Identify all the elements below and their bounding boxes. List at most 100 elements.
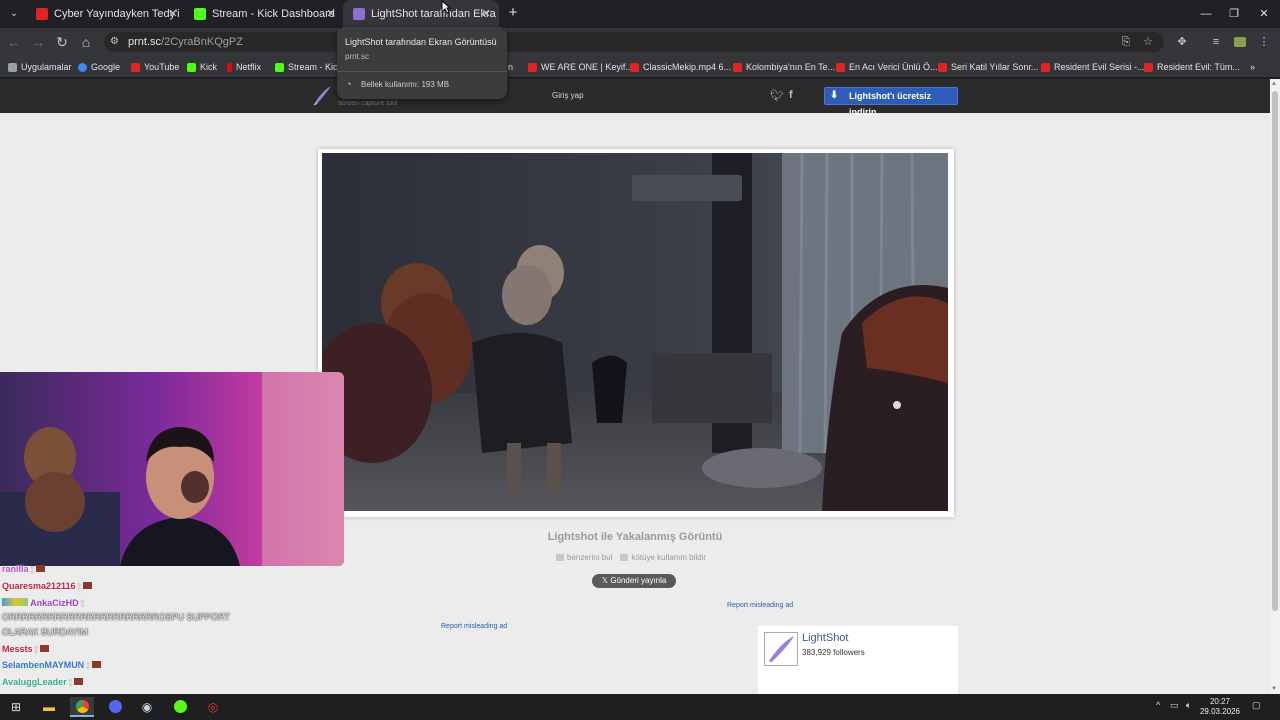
chat-message: AnkaCizHD : (2, 598, 84, 608)
page-scrollbar[interactable]: ▲ ▼ (1270, 79, 1280, 694)
chat-message: Messts : (2, 644, 50, 654)
windows-start-icon[interactable]: ⊞ (4, 697, 28, 717)
taskbar: ⊞ ▬ ◉ ◎ ^ ▭ 🔈︎ 20:27 29.03.2026 ▢ (0, 694, 1280, 720)
screenshot-actions: benzerini bul kötüye kullanım bildir (556, 553, 706, 562)
hover-card-divider (337, 71, 507, 72)
scroll-up-icon[interactable]: ▲ (1271, 81, 1277, 87)
report-ad-link-left[interactable]: Report misleading ad (441, 623, 507, 630)
kick-app-icon[interactable] (168, 697, 192, 717)
tab-title: LightShot tarafından Ekran Görüntüsü (371, 8, 496, 20)
bookmarks-bar: Uygulamalar Google YouTube Kick Netflix … (0, 56, 1280, 78)
twitter-icon[interactable]: 🐦︎ (770, 89, 784, 102)
report-abuse-link[interactable]: kötüye kullanım bildir (620, 553, 706, 562)
back-button[interactable]: ← (4, 32, 24, 52)
new-tab-button[interactable]: + (504, 4, 522, 22)
lightshot-icon (353, 8, 365, 20)
youtube-icon (36, 8, 48, 20)
streamer-webcam (0, 372, 344, 566)
close-tab-icon[interactable]: ✕ (324, 7, 338, 20)
bookmark-apps[interactable]: Uygulamalar (8, 60, 72, 74)
restore-button[interactable]: ❐ (1218, 0, 1250, 28)
kick-icon (187, 62, 196, 72)
report-ad-link-right[interactable]: Report misleading ad (727, 602, 793, 609)
bookmark-kick[interactable]: Kick (187, 60, 217, 74)
profile-avatar[interactable] (1232, 34, 1248, 50)
bookmark-stream-kick[interactable]: Stream - Kick (275, 60, 342, 74)
bookmark-netflix[interactable]: Netflix (227, 60, 261, 74)
tab-strip: ⌄ Cyber Yayındayken Tedy'in Tuvalet ✕ St… (0, 0, 1280, 28)
tab-youtube[interactable]: Cyber Yayındayken Tedy'in Tuvalet ✕ (26, 0, 186, 28)
bookmark-kolombiya[interactable]: Kolombiya'nın En Te... (733, 60, 835, 74)
widget-page-name[interactable]: LightShot (802, 632, 848, 644)
youtube-icon (131, 62, 140, 72)
network-icon[interactable]: ▭ (1170, 700, 1179, 711)
tab-kick-dashboard[interactable]: Stream - Kick Dashboard ✕ (184, 0, 344, 28)
download-icon: ⬇ (830, 90, 839, 101)
post-tweet-button[interactable]: 𝕏 Gönderi yayınla (592, 574, 676, 588)
bookmark-youtube[interactable]: YouTube (131, 60, 179, 74)
youtube-icon (733, 62, 742, 72)
bookmark-google[interactable]: Google (78, 60, 120, 74)
badge-icon (74, 678, 84, 685)
kick-icon (194, 8, 206, 20)
chat-message-text: OLARAK BURDAYIM (2, 627, 88, 637)
bookmark-hidden[interactable]: n (508, 60, 513, 74)
tab-title: Cyber Yayındayken Tedy'in Tuvalet (54, 8, 179, 20)
bookmark-we-are-one[interactable]: WE ARE ONE | Keyif... (528, 60, 633, 74)
x-logo-icon: 𝕏 (601, 576, 611, 585)
extensions-icon[interactable]: ✥ (1174, 34, 1190, 50)
youtube-icon (630, 62, 639, 72)
close-tab-icon[interactable]: ✕ (479, 7, 493, 20)
clock-date: 29.03.2026 (1199, 707, 1241, 716)
notifications-icon[interactable]: ▢ (1252, 700, 1261, 711)
login-link[interactable]: Giriş yap (552, 91, 584, 100)
youtube-icon (836, 62, 845, 72)
reload-button[interactable]: ↻ (52, 32, 72, 52)
close-window-button[interactable]: ✕ (1248, 0, 1280, 28)
scroll-down-icon[interactable]: ▼ (1271, 686, 1277, 692)
file-explorer-icon[interactable]: ▬ (37, 697, 61, 717)
lightshot-logo-icon[interactable] (312, 85, 332, 107)
bookmark-resident-evil-tum[interactable]: Resident Evil: Tüm... (1144, 60, 1240, 74)
obs-icon[interactable]: ◎ (201, 697, 225, 717)
sub-badge-icon (2, 598, 28, 606)
site-header: screen capture tool Giriş yap 🐦︎ f ⬇ Lig… (0, 79, 1270, 117)
youtube-icon (528, 62, 537, 72)
find-similar-link[interactable]: benzerini bul (556, 553, 612, 562)
close-tab-icon[interactable]: ✕ (166, 7, 180, 20)
clock-time: 20:27 (1209, 697, 1231, 706)
system-clock[interactable]: 20:27 29.03.2026 (1198, 697, 1242, 717)
download-lightshot-button[interactable]: ⬇ Lightshot'ı ücretsiz indirin (824, 87, 958, 117)
volume-icon[interactable]: 🔈︎ (1186, 700, 1191, 711)
site-info-icon[interactable]: ⚙ (110, 32, 119, 52)
image-icon (556, 554, 564, 561)
bookmark-en-aci[interactable]: En Acı Verici Ünlü Ö... (836, 60, 938, 74)
address-bar[interactable]: ⚙ prnt.sc/2CyraBnKQgPZ (104, 32, 1164, 52)
address-url: prnt.sc/2CyraBnKQgPZ (128, 36, 243, 48)
bookmark-classicmekip[interactable]: ClassicMekip.mp4 6... (630, 60, 731, 74)
menu-icon[interactable]: ⋮ (1256, 34, 1272, 50)
screenshot-image[interactable] (322, 153, 948, 511)
badge-icon (91, 661, 101, 668)
media-controls-icon[interactable]: ≡ (1208, 34, 1224, 50)
forward-button[interactable]: → (28, 32, 48, 52)
more-bookmarks-icon[interactable]: » (1250, 60, 1255, 74)
chrome-icon[interactable] (70, 697, 94, 717)
tray-overflow-icon[interactable]: ^ (1156, 700, 1160, 710)
tab-lightshot[interactable]: LightShot tarafından Ekran Görüntüsü ✕ (343, 0, 499, 28)
lightshot-logo-icon[interactable] (764, 632, 798, 666)
bookmark-seri-katil[interactable]: Seri Katil Yıllar Sonr... (938, 60, 1038, 74)
apps-grid-icon (8, 62, 17, 72)
home-button[interactable]: ⌂ (76, 32, 96, 52)
bookmark-star-icon[interactable]: ☆ (1140, 34, 1156, 50)
bookmark-resident-evil-serisi[interactable]: Resident Evil Serisi -... (1041, 60, 1145, 74)
hover-card-host: prnt.sc (345, 52, 370, 61)
tab-search-button[interactable]: ⌄ (4, 4, 24, 24)
facebook-icon[interactable]: f (789, 89, 793, 101)
scrollbar-thumb[interactable] (1272, 91, 1278, 611)
install-app-icon[interactable]: ⎘ (1118, 34, 1134, 50)
steam-icon[interactable]: ◉ (135, 697, 159, 717)
discord-icon[interactable] (103, 697, 127, 717)
hover-card-memory: Bellek kullanımı: 193 MB (361, 80, 450, 89)
google-icon (78, 62, 87, 72)
